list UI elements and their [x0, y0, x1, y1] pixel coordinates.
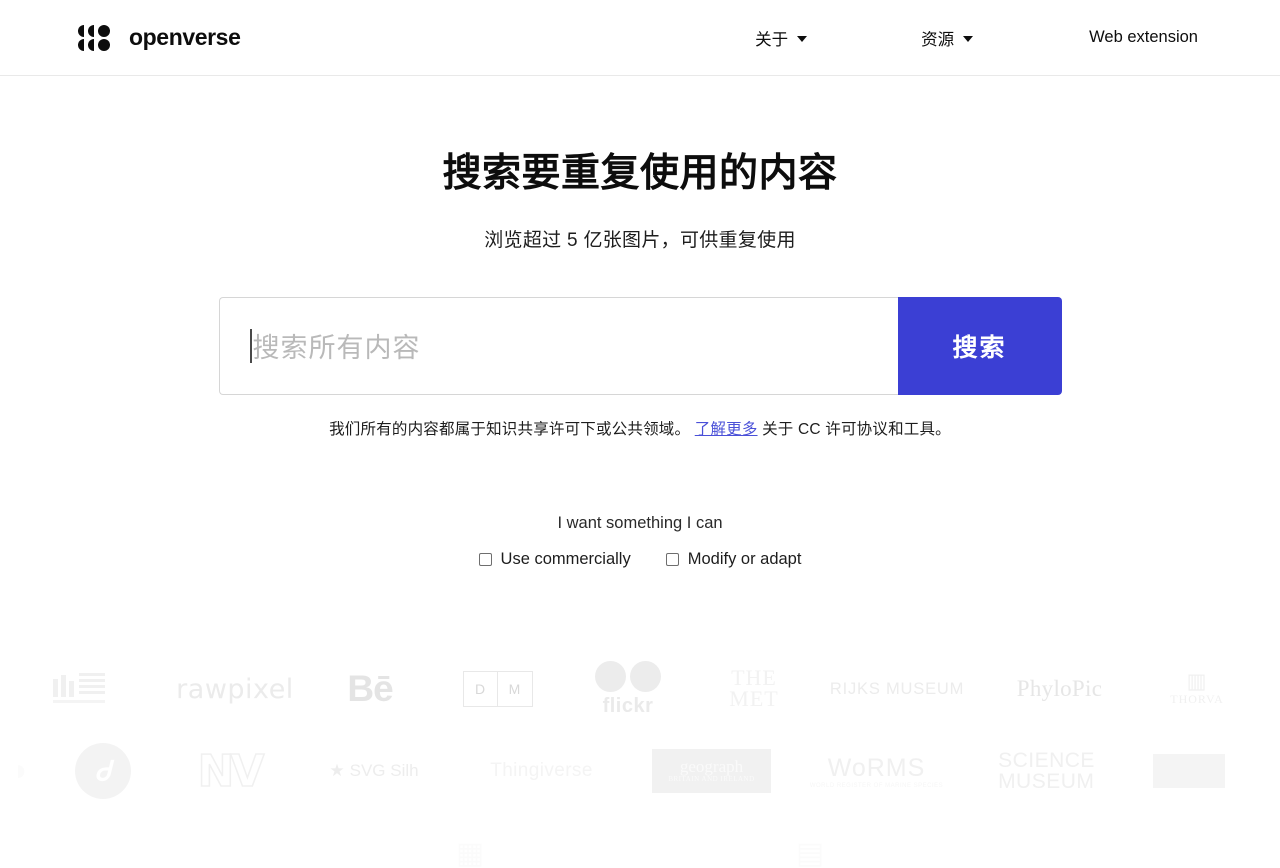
geograph-mark: geograph BRITAIN AND IRELAND	[652, 749, 771, 793]
science-museum-line-2: MUSEUM	[998, 770, 1095, 793]
source-logo-science-museum[interactable]: SCIENCE MUSEUM	[959, 730, 1134, 812]
source-logo-svg-silh[interactable]: ★ SVG Silh	[294, 730, 454, 812]
thingiverse-wordmark: Thingiverse	[490, 760, 593, 781]
worms-wordmark: WoRMS	[827, 753, 926, 782]
license-note-after: 关于 CC 许可协议和工具。	[762, 420, 951, 438]
worms-mark: WoRMS WORLD REGISTER OF MARINE SPECIES	[810, 754, 943, 789]
nav-item-resources-label: 资源	[921, 30, 955, 49]
openverse-logo-link[interactable]: openverse	[78, 24, 241, 52]
flickr-dots-icon	[595, 660, 661, 692]
nav-item-resources[interactable]: 资源	[919, 18, 975, 58]
geograph-wordmark: geograph	[679, 757, 744, 777]
filter-use-commercially-label: Use commercially	[500, 549, 631, 568]
openverse-dots-logo-icon	[78, 24, 116, 52]
license-note: 我们所有的内容都属于知识共享许可下或公共领域。 了解更多 关于 CC 许可协议和…	[0, 417, 1280, 439]
partial-logo-icon: ◗	[11, 754, 31, 787]
library-icon	[51, 665, 109, 714]
source-logo-phylopic[interactable]: PhyloPic	[977, 648, 1142, 730]
rijks-museum-wordmark: RIJKS MUSEUM	[829, 679, 965, 698]
text-cursor	[249, 328, 252, 363]
filters-title: I want something I can	[557, 513, 723, 532]
openverse-wordmark: openverse	[129, 24, 241, 50]
digitalt-museum-mark: D M	[462, 671, 533, 707]
partial-logo-block	[1153, 754, 1225, 788]
nav-item-about[interactable]: 关于	[753, 18, 809, 58]
search-bar: 搜索所有内容 搜索	[218, 296, 1062, 395]
digitalt-museum-letter-m: M	[508, 681, 521, 697]
source-logo-row-1: rawpixel Bē D M flickr THE MET RIJKS MUS…	[0, 648, 1280, 730]
filter-use-commercially[interactable]: Use commercially	[478, 549, 631, 569]
svg-silh-wordmark: SVG Silh	[349, 761, 419, 780]
science-museum-line-1: SCIENCE	[998, 749, 1095, 772]
source-logo-the-met[interactable]: THE MET	[691, 648, 817, 730]
source-logo-row-2: ◗ Ꮷ NV ★ SVG Silh Thingiverse geograph B…	[0, 730, 1280, 812]
source-logo-wall: rawpixel Bē D M flickr THE MET RIJKS MUS…	[0, 648, 1280, 868]
flickr-wordmark: flickr	[602, 694, 654, 717]
source-logo-deviantart[interactable]: Ꮷ	[42, 730, 164, 812]
the-met-line-2: MET	[729, 686, 779, 711]
nav-item-about-label: 关于	[755, 30, 789, 49]
source-logo-partial-right[interactable]	[1134, 730, 1244, 812]
page-title: 搜索要重复使用的内容	[442, 152, 838, 195]
museum-building-icon: ▥	[1186, 669, 1208, 693]
nav-item-web-extension-label: Web extension	[1089, 28, 1198, 46]
learn-more-link[interactable]: 了解更多	[695, 421, 758, 438]
filter-modify-or-adapt[interactable]: Modify or adapt	[665, 549, 802, 569]
license-filters: I want something I can Use commercially …	[0, 514, 1280, 569]
nav-item-web-extension[interactable]: Web extension	[1087, 20, 1200, 55]
geograph-tagline: BRITAIN AND IRELAND	[668, 775, 755, 784]
flickr-mark: flickr	[595, 660, 661, 718]
source-logo-rijks-museum[interactable]: RIJKS MUSEUM	[817, 648, 977, 730]
behance-wordmark: Bē	[347, 668, 393, 709]
source-logo-flickr[interactable]: flickr	[565, 648, 691, 730]
source-logo-behance[interactable]: Bē	[310, 648, 430, 730]
source-logo-thorvaldsens-museum[interactable]: ▥ THORVA	[1142, 648, 1252, 730]
digitalt-museum-letter-d: D	[464, 672, 498, 706]
the-met-wordmark: THE MET	[729, 667, 779, 711]
source-logo-digitalt-museum[interactable]: D M	[430, 648, 565, 730]
source-logo-thingiverse[interactable]: Thingiverse	[454, 730, 629, 812]
filter-options: Use commercially Modify or adapt	[0, 550, 1280, 569]
source-logo-nappy[interactable]: NV	[164, 730, 294, 812]
chevron-down-icon	[797, 35, 808, 42]
source-logo-partial-left[interactable]: ◗	[0, 730, 42, 812]
main-navigation: 关于 资源 Web extension	[753, 18, 1200, 58]
source-logo-row-3: ▦ ▤	[0, 812, 1280, 868]
source-logo-smithsonian-libraries[interactable]	[0, 648, 160, 730]
search-input-wrapper[interactable]: 搜索所有内容	[218, 296, 898, 395]
partial-logo-icon: ▦	[455, 836, 485, 868]
hero-section: 搜索要重复使用的内容 浏览超过 5 亿张图片，可供重复使用	[0, 76, 1280, 252]
phylopic-wordmark: PhyloPic	[1016, 676, 1103, 701]
filter-modify-or-adapt-label: Modify or adapt	[687, 549, 802, 568]
source-logo-rawpixel[interactable]: rawpixel	[160, 648, 310, 730]
chevron-down-icon	[963, 35, 974, 42]
svg-silh-mark: ★ SVG Silh	[329, 761, 418, 781]
science-museum-wordmark: SCIENCE MUSEUM	[998, 750, 1095, 792]
nappy-wordmark: NV	[197, 745, 265, 798]
source-logo-row3-a[interactable]: ▦	[395, 812, 545, 868]
worms-tagline: WORLD REGISTER OF MARINE SPECIES	[809, 782, 944, 789]
site-header: openverse 关于 资源 Web extension	[0, 0, 1280, 76]
source-logo-geograph[interactable]: geograph BRITAIN AND IRELAND	[629, 730, 794, 812]
search-button[interactable]: 搜索	[897, 296, 1062, 395]
rawpixel-wordmark: rawpixel	[176, 673, 294, 705]
star-icon: ★	[329, 761, 345, 780]
page-subtitle: 浏览超过 5 亿张图片，可供重复使用	[484, 229, 796, 251]
thorvaldsens-museum-mark: ▥ THORVA	[1170, 671, 1224, 707]
license-note-before: 我们所有的内容都属于知识共享许可下或公共领域。	[329, 420, 691, 438]
checkbox-modify-or-adapt[interactable]	[665, 552, 679, 566]
source-logo-worms[interactable]: WoRMS WORLD REGISTER OF MARINE SPECIES	[794, 730, 959, 812]
deviantart-mark: Ꮷ	[75, 743, 131, 799]
source-logo-row3-b[interactable]: ▤	[735, 812, 885, 868]
search-input-placeholder: 搜索所有内容	[252, 333, 421, 364]
thorvaldsens-museum-wordmark: THORVA	[1170, 692, 1224, 706]
partial-logo-icon: ▤	[795, 836, 825, 868]
checkbox-use-commercially[interactable]	[478, 552, 492, 566]
